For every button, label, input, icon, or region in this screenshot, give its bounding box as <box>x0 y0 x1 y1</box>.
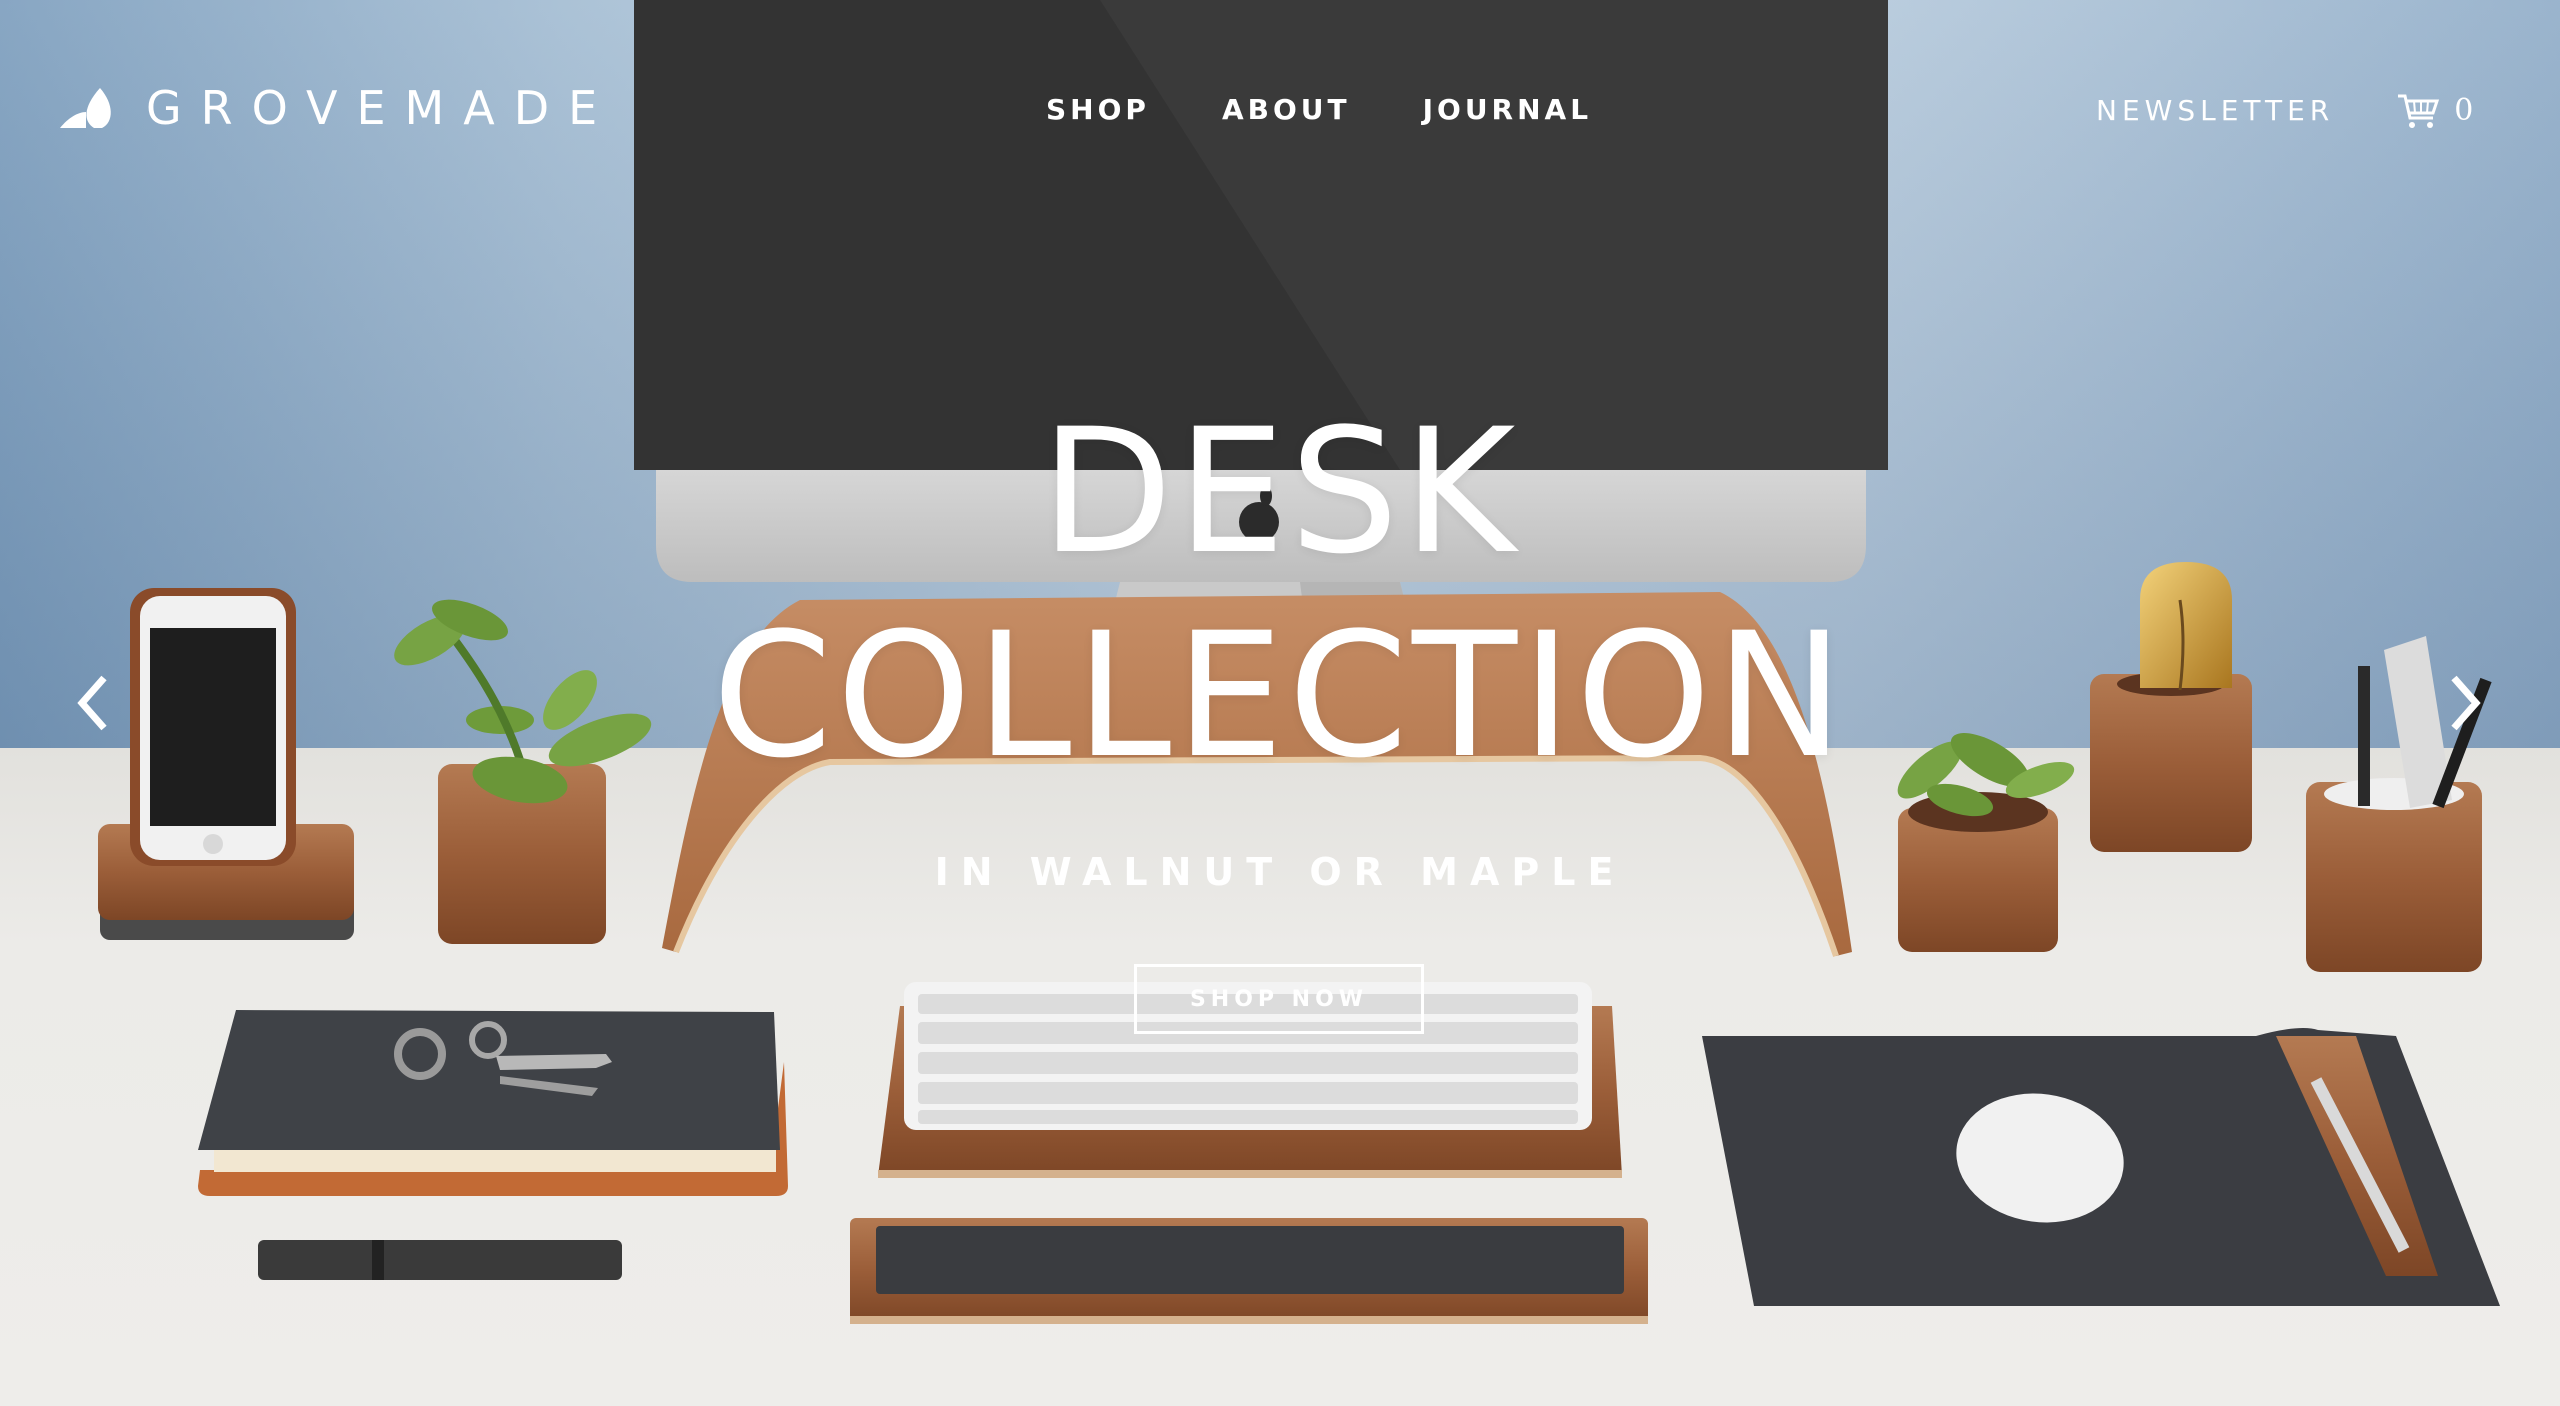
cart-icon <box>2398 94 2440 128</box>
nav-shop-link[interactable]: SHOP <box>1046 92 1150 128</box>
hero-title: DESK COLLECTION <box>0 390 2560 798</box>
cart-count: 0 <box>2454 93 2474 128</box>
nav-journal-link[interactable]: JOURNAL <box>1423 92 1592 128</box>
shop-now-button[interactable]: SHOP NOW <box>1134 964 1424 1034</box>
mouse-pad <box>1702 1028 2500 1306</box>
utility-nav: NEWSLETTER 0 <box>2096 92 2473 130</box>
hero-title-line-2: COLLECTION <box>712 595 1848 796</box>
chevron-right-icon[interactable] <box>2444 668 2484 738</box>
hero-title-line-1: DESK <box>1040 391 1520 592</box>
cart-button[interactable]: 0 <box>2396 92 2473 130</box>
leaf-mark-icon <box>60 88 111 128</box>
pen <box>258 1240 622 1280</box>
chevron-left-icon[interactable] <box>74 668 114 738</box>
newsletter-link[interactable]: NEWSLETTER <box>2096 93 2334 129</box>
brand-logo[interactable]: GROVEMADE <box>58 80 616 136</box>
nav-about-link[interactable]: ABOUT <box>1222 92 1351 128</box>
wrist-rest <box>850 1218 1648 1324</box>
brand-name: GROVEMADE <box>146 81 617 135</box>
notebook <box>198 1010 788 1196</box>
hero-subtitle: IN WALNUT OR MAPLE <box>934 850 1626 894</box>
main-nav: SHOP ABOUT JOURNAL <box>1046 92 1592 128</box>
page: GROVEMADE SHOP ABOUT JOURNAL NEWSLETTER … <box>0 0 2560 1406</box>
